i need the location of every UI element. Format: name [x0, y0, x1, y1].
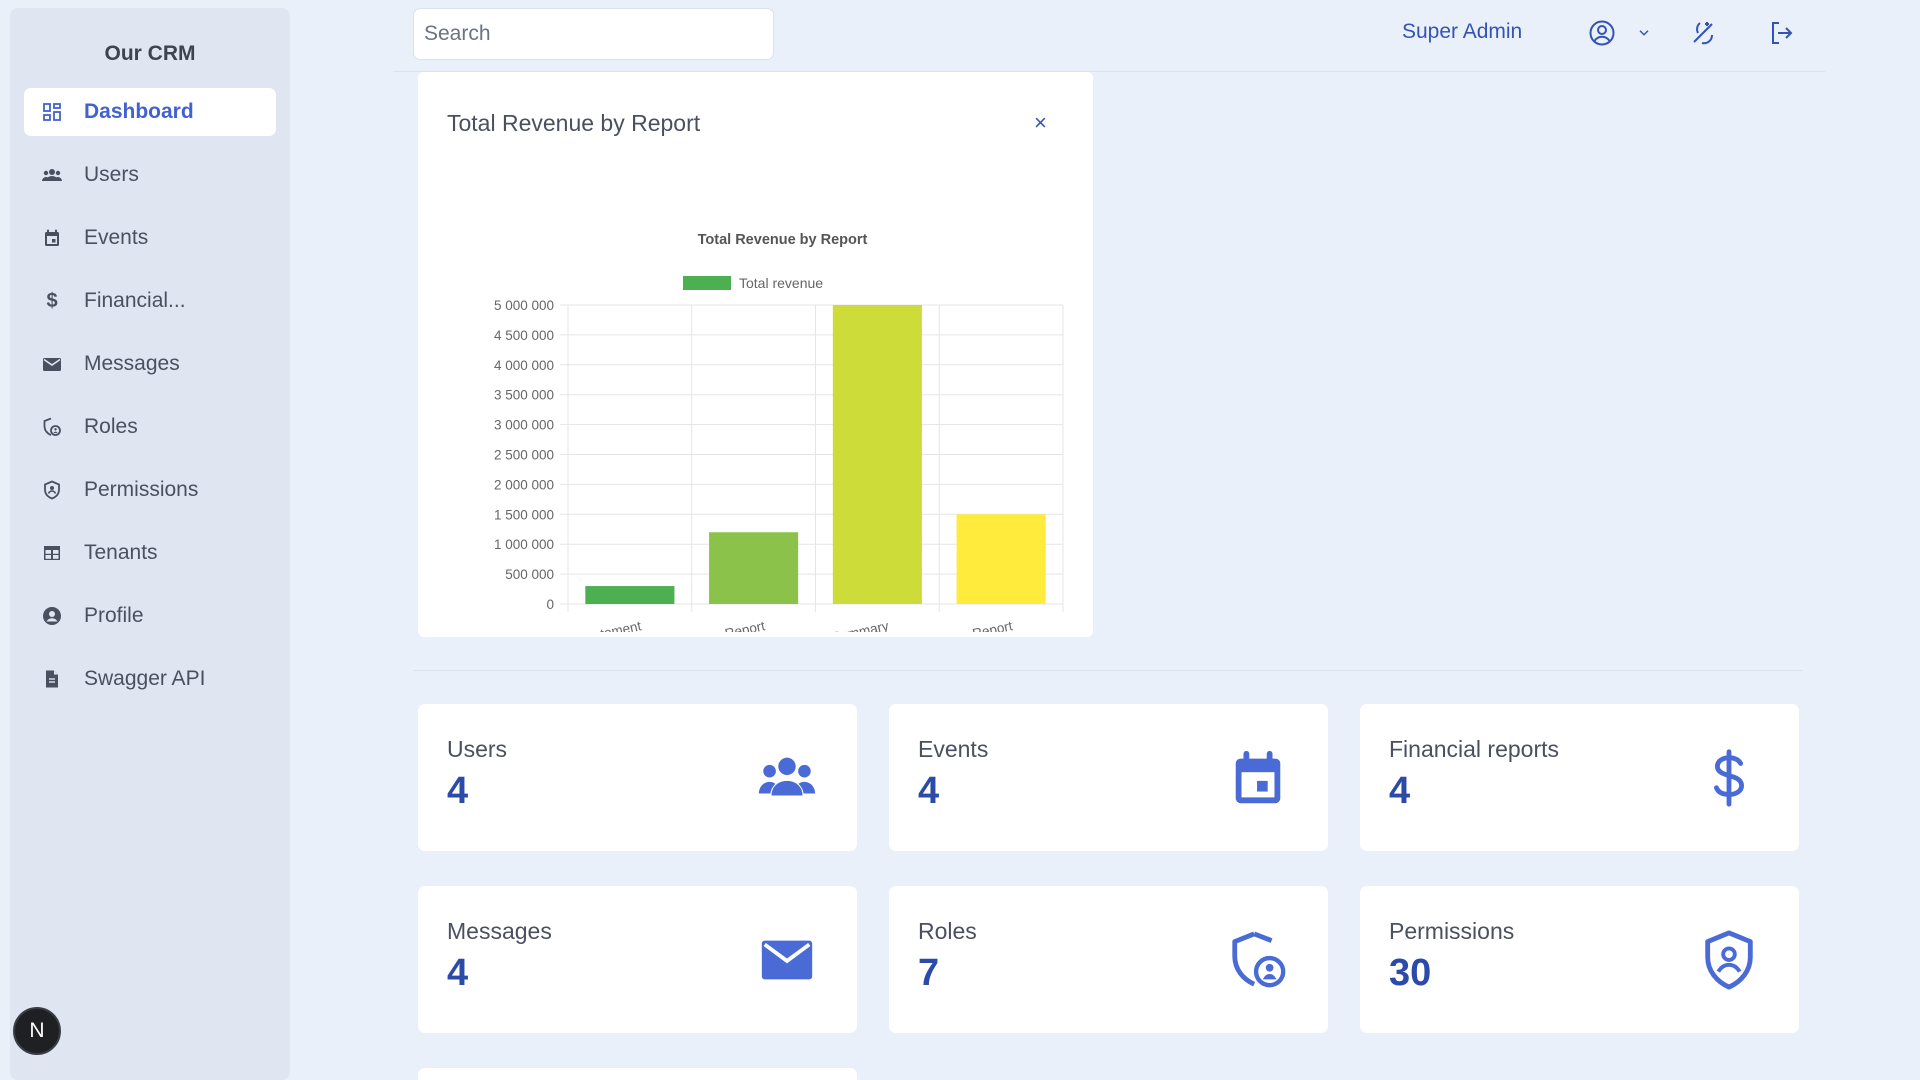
y-tick-label: 2 000 000 — [494, 477, 554, 492]
y-tick-label: 4 500 000 — [494, 328, 554, 343]
stat-card-partial — [418, 1068, 857, 1080]
legend-label: Total revenue — [739, 275, 823, 291]
sidebar-item-financial[interactable]: $ Financial... — [24, 277, 276, 325]
theme-toggle-icon[interactable] — [1688, 18, 1718, 48]
sidebar-item-roles[interactable]: Roles — [24, 403, 276, 451]
sidebar-item-label: Financial... — [84, 289, 186, 312]
y-tick-label: 3 000 000 — [494, 418, 554, 433]
sidebar-item-swagger-api[interactable]: Swagger API — [24, 655, 276, 703]
y-tick-label: 4 000 000 — [494, 358, 554, 373]
stat-card-events[interactable]: Events 4 — [889, 704, 1328, 851]
sidebar-item-label: Events — [84, 226, 149, 249]
permissions-shield-icon — [42, 480, 62, 500]
stat-label: Financial reports — [1389, 736, 1560, 762]
x-tick-label: Monthly Income Statement — [482, 618, 642, 632]
sidebar-item-label: Permissions — [84, 478, 199, 501]
account-circle-icon[interactable] — [1587, 18, 1617, 48]
roles-shield-icon — [42, 417, 62, 437]
sidebar-item-dashboard[interactable]: Dashboard — [24, 88, 276, 136]
users-icon — [42, 165, 62, 185]
y-tick-label: 500 000 — [505, 567, 554, 582]
sidebar-item-profile[interactable]: Profile — [24, 592, 276, 640]
sidebar-nav: Dashboard Users Events $ Financial... Me… — [24, 88, 276, 718]
y-tick-label: 1 000 000 — [494, 537, 554, 552]
stat-value: 4 — [447, 952, 469, 994]
sidebar-item-label: Swagger API — [84, 667, 206, 690]
bar — [832, 305, 922, 604]
header-user-name[interactable]: Super Admin — [1402, 20, 1522, 44]
stat-card-messages[interactable]: Messages 4 — [418, 886, 857, 1033]
stat-value: 30 — [1389, 952, 1432, 994]
calendar-icon — [42, 228, 62, 248]
revenue-chart-card: Total Revenue by Report × Total Revenue … — [418, 72, 1093, 637]
stat-card-permissions[interactable]: Permissions 30 — [1360, 886, 1799, 1033]
mail-icon — [755, 928, 819, 992]
close-icon[interactable]: × — [1034, 110, 1047, 136]
sidebar-item-label: Dashboard — [84, 100, 194, 123]
dollar-icon — [1697, 746, 1761, 810]
y-tick-label: 3 500 000 — [494, 388, 554, 403]
sidebar-item-label: Users — [84, 163, 139, 186]
stat-card-users[interactable]: Users 4 — [418, 704, 857, 851]
sidebar: Our CRM Dashboard Users Events $ Financi… — [10, 8, 290, 1080]
sidebar-item-label: Roles — [84, 415, 138, 438]
section-divider — [413, 670, 1803, 671]
x-tick-label: Q3 Revenue Report — [893, 618, 1014, 632]
sidebar-item-messages[interactable]: Messages — [24, 340, 276, 388]
search-input[interactable] — [413, 8, 774, 60]
document-icon — [42, 669, 62, 689]
stat-value: 4 — [1389, 770, 1411, 812]
stat-card-roles[interactable]: Roles 7 — [889, 886, 1328, 1033]
sidebar-item-label: Tenants — [84, 541, 158, 564]
brand-title: Our CRM — [104, 42, 196, 65]
sidebar-item-label: Profile — [84, 604, 144, 627]
y-tick-label: 1 500 000 — [494, 507, 554, 522]
chart-title: Total Revenue by Report — [698, 232, 868, 248]
dollar-icon: $ — [46, 289, 58, 312]
sidebar-item-tenants[interactable]: Tenants — [24, 529, 276, 577]
users-icon — [755, 746, 819, 810]
legend-swatch — [683, 276, 731, 290]
stat-label: Messages — [447, 918, 552, 944]
logout-icon[interactable] — [1766, 18, 1796, 48]
roles-shield-icon — [1226, 928, 1290, 992]
stat-label: Events — [918, 736, 989, 762]
calendar-icon — [1226, 746, 1290, 810]
y-tick-label: 5 000 000 — [494, 298, 554, 313]
stat-label: Roles — [918, 918, 977, 944]
stat-value: 7 — [918, 952, 940, 994]
chart-card-title: Total Revenue by Report — [447, 110, 701, 136]
stat-label: Users — [447, 736, 508, 762]
dashboard-icon — [42, 102, 62, 122]
sidebar-item-permissions[interactable]: Permissions — [24, 466, 276, 514]
permissions-shield-icon — [1697, 928, 1761, 992]
profile-icon — [42, 606, 62, 626]
sidebar-item-label: Messages — [84, 352, 180, 375]
stat-card-financial-reports[interactable]: Financial reports 4 — [1360, 704, 1799, 851]
sidebar-item-events[interactable]: Events — [24, 214, 276, 262]
y-tick-label: 2 500 000 — [494, 448, 554, 463]
stat-value: 4 — [447, 770, 469, 812]
stat-value: 4 — [918, 770, 940, 812]
bar — [956, 514, 1046, 604]
y-tick-label: 0 — [546, 597, 554, 612]
chevron-down-icon[interactable] — [1631, 18, 1657, 48]
sidebar-item-users[interactable]: Users — [24, 151, 276, 199]
table-icon — [42, 543, 62, 563]
revenue-bar-chart: Total Revenue by Report Total revenue 0 500… — [482, 232, 1064, 632]
bar — [585, 586, 675, 604]
mail-icon — [42, 354, 62, 374]
stat-label: Permissions — [1389, 918, 1515, 944]
user-avatar[interactable]: N — [13, 1007, 61, 1055]
bar — [709, 532, 799, 604]
